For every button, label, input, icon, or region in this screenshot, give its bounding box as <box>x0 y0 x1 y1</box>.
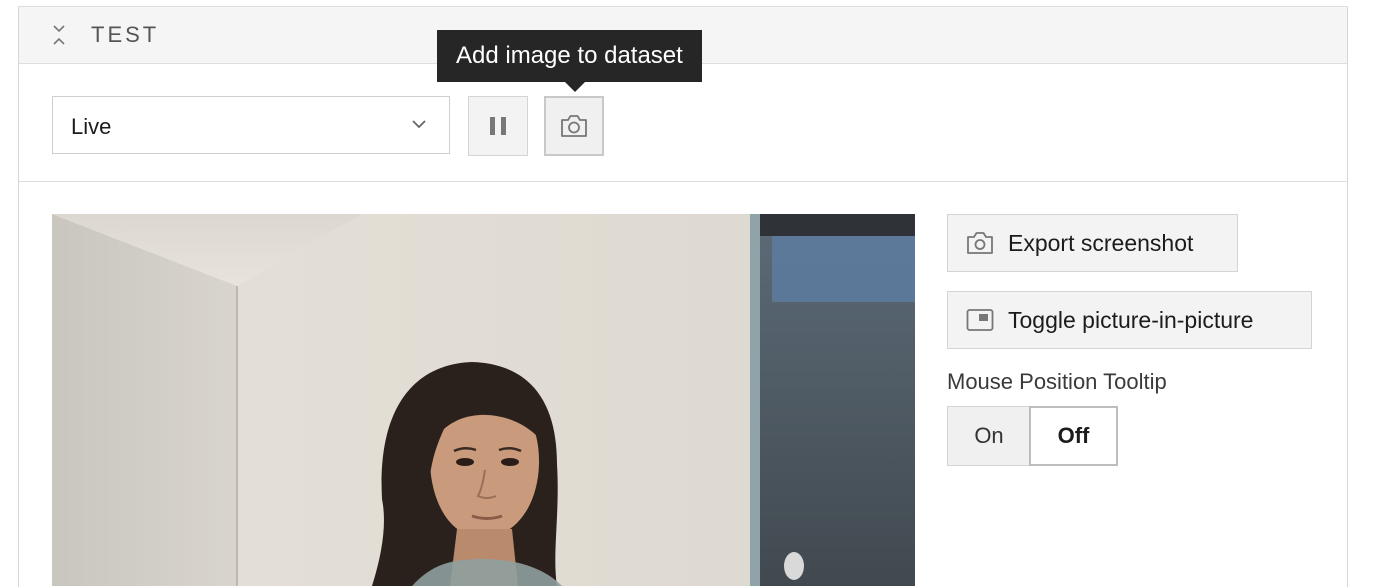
pause-icon <box>490 117 506 135</box>
tooltip: Add image to dataset <box>437 30 702 82</box>
camera-icon <box>561 115 587 137</box>
pause-button[interactable] <box>468 96 528 156</box>
picture-in-picture-label: Toggle picture-in-picture <box>1008 306 1254 333</box>
export-screenshot-label: Export screenshot <box>1008 229 1194 256</box>
video-frame-image <box>52 214 915 586</box>
toggle-on-option[interactable]: On <box>947 406 1031 466</box>
collapse-chevrons-icon[interactable] <box>51 24 67 46</box>
toggle-picture-in-picture-button[interactable]: Toggle picture-in-picture <box>947 291 1312 349</box>
picture-in-picture-icon <box>966 309 994 331</box>
export-screenshot-button[interactable]: Export screenshot <box>947 214 1238 272</box>
live-video-feed[interactable] <box>52 214 915 586</box>
camera-icon <box>967 232 993 254</box>
toggle-off-option[interactable]: Off <box>1029 406 1118 466</box>
mouse-position-tooltip-label: Mouse Position Tooltip <box>947 369 1167 394</box>
card-title: TEST <box>91 22 160 47</box>
mouse-position-toggle: On Off <box>947 406 1118 466</box>
add-image-to-dataset-button[interactable] <box>544 96 604 156</box>
source-select-value: Live <box>71 114 112 139</box>
tooltip-arrow <box>565 82 585 92</box>
chevron-down-icon <box>412 120 426 129</box>
source-select[interactable]: Live <box>52 96 450 154</box>
